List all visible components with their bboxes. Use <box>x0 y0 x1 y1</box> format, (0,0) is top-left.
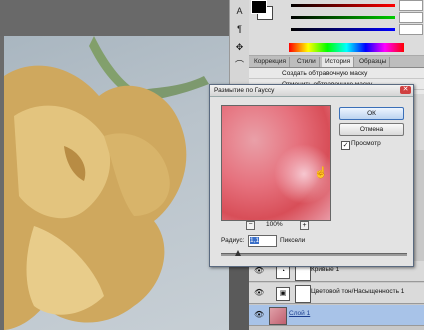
gaussian-blur-dialog: Размытие по Гауссу ✕ ☝ − 100% + ОК Отмен… <box>209 84 414 267</box>
preview-checkbox[interactable]: ✓ <box>341 141 350 150</box>
blue-slider[interactable] <box>279 24 423 35</box>
history-item[interactable]: Создать обтравочную маску <box>249 68 424 79</box>
layer-name: Цветовой тон/Насыщенность 1 <box>311 288 405 295</box>
zoom-level: 100% <box>266 221 283 228</box>
curves-adjustment-icon: ◔ <box>276 265 290 279</box>
tools-panel: A ¶ ✥ ⌒ <box>229 0 250 90</box>
color-spectrum[interactable] <box>289 43 404 52</box>
eye-icon[interactable]: 👁 <box>254 310 264 319</box>
green-slider[interactable] <box>279 12 423 23</box>
close-icon[interactable]: ✕ <box>400 86 411 94</box>
panel-tabbar: Коррекция Стили История Образцы <box>249 56 424 68</box>
cancel-button[interactable]: Отмена <box>339 123 404 136</box>
preview-label: Просмотр <box>351 140 381 147</box>
units-label: Пиксели <box>280 237 306 244</box>
radius-input[interactable]: 1,1 <box>248 235 277 247</box>
layer-row[interactable]: 👁 ▣ Цветовой тон/Насыщенность 1 <box>249 283 424 304</box>
paragraph-tool-icon[interactable]: ¶ <box>231 22 248 36</box>
dialog-titlebar[interactable]: Размытие по Гауссу ✕ <box>210 85 413 97</box>
rose-photo <box>4 36 229 330</box>
tab-correction[interactable]: Коррекция <box>251 57 290 67</box>
layer-name: Кривые 1 <box>311 266 340 273</box>
red-slider[interactable] <box>279 0 423 11</box>
blur-preview[interactable] <box>221 105 331 221</box>
layer-thumbnail <box>269 307 287 325</box>
color-panel <box>249 0 424 56</box>
radius-slider-track[interactable] <box>221 253 407 256</box>
layer-mask-thumb <box>295 285 311 303</box>
type-tool-icon[interactable]: A <box>231 4 248 18</box>
ok-button[interactable]: ОК <box>339 107 404 120</box>
eye-icon[interactable]: 👁 <box>254 288 264 297</box>
tab-styles[interactable]: Стили <box>294 57 320 67</box>
dialog-title: Размытие по Гауссу <box>214 87 275 94</box>
document-canvas[interactable] <box>0 0 229 330</box>
layer-row-selected[interactable]: 👁 Слой 1 <box>249 305 424 326</box>
foreground-color-swatch[interactable] <box>251 0 267 14</box>
tab-swatches[interactable]: Образцы <box>356 57 391 67</box>
canvas-gray-border <box>0 0 229 36</box>
zoom-out-button[interactable]: − <box>246 221 255 230</box>
layer-name: Слой 1 <box>289 310 311 317</box>
eye-icon[interactable]: 👁 <box>254 266 264 275</box>
hue-saturation-icon: ▣ <box>276 287 290 301</box>
radius-value: 1,1 <box>250 237 260 244</box>
hand-cursor-icon: ☝ <box>314 167 328 179</box>
zoom-in-button[interactable]: + <box>300 221 309 230</box>
tab-history[interactable]: История <box>322 57 355 67</box>
path-tool-icon[interactable]: ⌒ <box>231 58 248 72</box>
move-tool-icon[interactable]: ✥ <box>231 40 248 54</box>
radius-slider-thumb[interactable] <box>234 250 241 256</box>
radius-label: Радиус: <box>221 237 245 244</box>
